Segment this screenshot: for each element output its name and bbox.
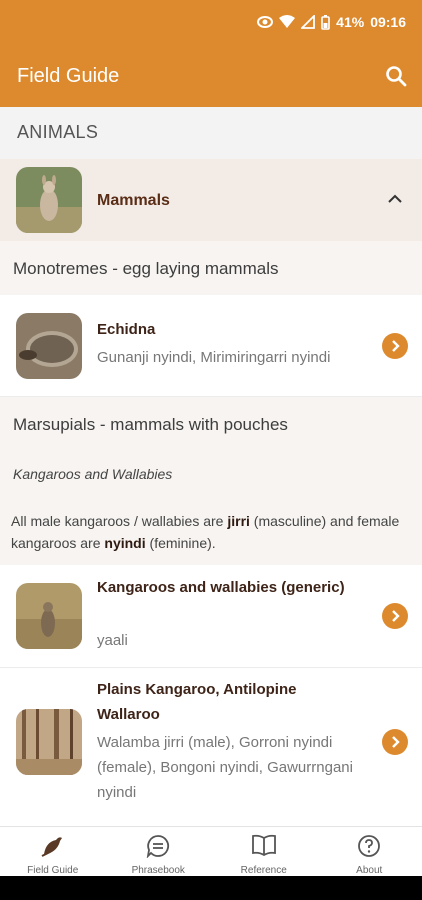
wifi-icon <box>279 15 296 28</box>
item-name: Plains Kangaroo, Antilopine Wallaroo <box>97 681 297 723</box>
help-icon <box>358 835 381 857</box>
nav-label: Field Guide <box>27 865 79 876</box>
eye-icon <box>257 16 274 28</box>
nav-label: Phrasebook <box>131 865 185 876</box>
status-bar: 41% 09:16 <box>0 0 422 48</box>
item-name: Echidna <box>97 321 156 338</box>
nav-about[interactable]: About <box>317 827 422 876</box>
list-item-echidna[interactable]: Echidna Gunanji nyindi, Mirimiringarri n… <box>0 295 422 397</box>
search-icon[interactable] <box>384 64 408 88</box>
battery-icon <box>321 14 330 30</box>
item-translation: yaali <box>97 632 128 649</box>
group-subtitle: Kangaroos and Wallabies <box>13 466 173 482</box>
section-header: ANIMALS <box>0 107 422 159</box>
chevron-up-icon[interactable] <box>386 192 404 206</box>
echidna-thumbnail <box>16 313 82 379</box>
battery-level: 41% <box>336 14 365 30</box>
chevron-right-icon[interactable] <box>382 333 408 359</box>
item-translation: Gunanji nyindi, Mirimiringarri nyindi <box>97 349 331 366</box>
category-mammals[interactable]: Mammals <box>0 159 422 241</box>
item-name: Kangaroos and wallabies (generic) <box>97 579 345 596</box>
book-icon <box>251 834 276 856</box>
nav-field-guide[interactable]: Field Guide <box>0 827 106 876</box>
chevron-right-icon[interactable] <box>382 603 408 629</box>
nav-label: About <box>356 865 383 876</box>
item-translation: Walamba jirri (male), Gorroni nyindi (fe… <box>97 734 353 801</box>
nav-reference[interactable]: Reference <box>211 827 317 876</box>
bottom-nav: Field Guide Phrasebook Reference About <box>0 826 422 876</box>
group-marsupials: Marsupials - mammals with pouches Kangar… <box>0 397 422 565</box>
system-navigation-bar <box>0 876 422 900</box>
category-label: Mammals <box>97 192 170 209</box>
chat-bubble-icon <box>147 835 170 858</box>
bird-icon <box>41 837 62 857</box>
list-item-plains-kangaroo[interactable]: Plains Kangaroo, Antilopine Wallaroo Wal… <box>0 668 422 826</box>
nav-label: Reference <box>240 865 287 876</box>
nav-phrasebook[interactable]: Phrasebook <box>106 827 212 876</box>
mammals-thumbnail <box>16 167 82 233</box>
group-title: Marsupials - mammals with pouches <box>13 415 288 434</box>
kangaroo-thumbnail <box>16 583 82 649</box>
list-item-kangaroos-wallabies[interactable]: Kangaroos and wallabies (generic) yaali <box>0 565 422 668</box>
group-monotremes: Monotremes - egg laying mammals <box>0 241 422 295</box>
clock: 09:16 <box>370 14 406 30</box>
chevron-right-icon[interactable] <box>382 729 408 755</box>
signal-icon <box>301 15 316 29</box>
page-title: Field Guide <box>17 65 120 87</box>
app-bar: 41% 09:16 Field Guide <box>0 0 422 107</box>
plains-kangaroo-thumbnail <box>16 709 82 775</box>
group-note: All male kangaroos / wallabies are jirri… <box>11 513 400 551</box>
